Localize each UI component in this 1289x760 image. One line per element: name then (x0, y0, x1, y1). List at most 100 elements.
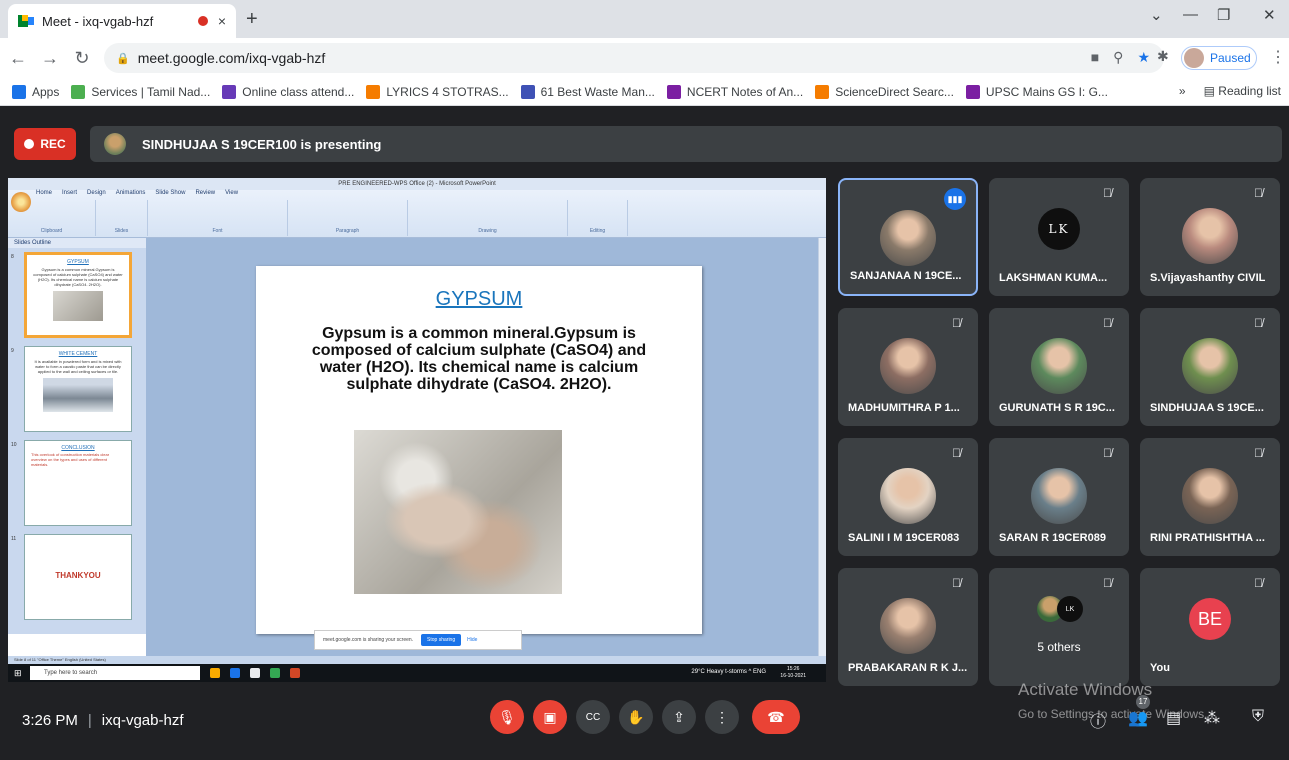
avatar (1031, 468, 1087, 524)
slide-number: 11 (11, 536, 17, 542)
bookmark-star-icon[interactable]: ★ (1137, 49, 1150, 66)
mic-muted-icon: 🎙̸ (1103, 316, 1112, 330)
profile-button[interactable]: Paused (1181, 46, 1257, 70)
participant-name: SINDHUJAA S 19CE... (1150, 402, 1264, 414)
participant-tile[interactable]: 🎙̸ RINI PRATHISHTHA ... (1140, 438, 1280, 556)
menu-kebab-icon[interactable]: ⋮ (1270, 47, 1286, 67)
slide-thumbnail: THANKYOU (24, 534, 132, 620)
recording-badge[interactable]: REC (14, 128, 76, 160)
forward-icon[interactable]: → (36, 48, 64, 69)
bookmark-label: Services | Tamil Nad... (91, 84, 211, 99)
ribbon-tab: Home (36, 190, 53, 196)
mic-muted-icon: 🎙̸ (952, 316, 961, 330)
participant-tile[interactable]: LK 5 others 🎙̸ (989, 568, 1129, 686)
reading-list-button[interactable]: ▤ Reading list (1204, 84, 1281, 98)
chevron-down-icon[interactable]: ⌄ (1150, 6, 1163, 24)
avatar (1031, 338, 1087, 394)
tab-meet[interactable]: Meet - ixq-vgab-hzf × (8, 4, 236, 38)
participant-tile[interactable]: 🎙̸ PRABAKARAN R K J... (838, 568, 978, 686)
participant-tile[interactable]: 🎙̸ SALINI I M 19CER083 (838, 438, 978, 556)
chat-icon[interactable]: ▤ (1166, 708, 1181, 728)
presenting-banner: SINDHUJAA S 19CER100 is presenting (90, 126, 1282, 162)
rec-label: REC (40, 137, 66, 151)
bookmark-item[interactable]: Apps (12, 84, 59, 99)
people-icon[interactable]: 👥 (1128, 708, 1148, 728)
ribbon-group: Clipboard (8, 200, 96, 236)
slides-panel: Slides Outline 8 GYPSUM Gypsum is a common… (8, 238, 146, 634)
ribbon-tab: Review (195, 190, 216, 196)
minimize-icon[interactable]: — (1183, 6, 1198, 23)
store-icon (250, 668, 260, 678)
avatar (880, 468, 936, 524)
more-options-button[interactable]: ⋮ (705, 700, 739, 734)
participant-tile[interactable]: 🎙̸ S.Vijayashanthy CIVIL (1140, 178, 1280, 296)
restore-icon[interactable]: ❐ (1217, 6, 1230, 24)
thumb-text: This overlook of construction materials … (31, 452, 110, 467)
bookmark-favicon-icon (965, 84, 980, 99)
ribbon-group: Font (148, 200, 288, 236)
extensions-icon[interactable]: ✱ (1157, 48, 1169, 65)
bookmark-label: NCERT Notes of An... (686, 84, 804, 99)
browser-toolbar: ← → ↻ 🔒 meet.google.com/ixq-vgab-hzf ■ ⚲… (0, 38, 1289, 78)
bookmark-item[interactable]: ScienceDirect Searc... (815, 84, 954, 99)
participant-tile[interactable]: BE 🎙̸ You (1140, 568, 1280, 686)
ribbon-tab: Insert (62, 190, 78, 196)
bookmark-item[interactable]: LYRICS 4 STOTRAS... (366, 84, 509, 99)
bookmarks-more-icon[interactable]: » (1179, 84, 1186, 98)
participant-tile[interactable]: 🎙̸ GURUNATH S R 19C... (989, 308, 1129, 426)
avatar (1182, 468, 1238, 524)
bookmark-item[interactable]: Online class attend... (222, 84, 354, 99)
participant-tile[interactable]: 🎙̸ SARAN R 19CER089 (989, 438, 1129, 556)
present-button[interactable]: ⇪ (662, 700, 696, 734)
participant-tile[interactable]: LK 🎙̸ LAKSHMAN KUMA... (989, 178, 1129, 296)
participant-name: PRABAKARAN R K J... (848, 662, 968, 674)
address-bar[interactable]: 🔒 meet.google.com/ixq-vgab-hzf ■ ⚲ ★ (104, 43, 1164, 73)
zoom-icon[interactable]: ⚲ (1113, 49, 1123, 66)
bookmark-favicon-icon (222, 84, 237, 99)
meeting-info-icon[interactable]: ⓘ (1090, 708, 1106, 732)
reload-icon[interactable]: ↻ (68, 48, 96, 69)
reading-list-icon: ▤ (1203, 84, 1215, 98)
participant-tile[interactable]: ▮▮▮ SANJANAA N 19CE... (838, 178, 978, 296)
mic-off-button[interactable]: 🎙 (490, 700, 524, 734)
slide-body: Gypsum is a common mineral.Gypsum is com… (311, 325, 647, 393)
taskbar-time: 15:26 (786, 666, 800, 672)
avatar: BE (1189, 598, 1231, 640)
thumb-text: It is available in powdered form and is … (34, 359, 122, 374)
slide-scrollbar (818, 238, 826, 658)
ppt-window-title: PRE ENGINEERED-WPS Office (2) - Microsof… (8, 178, 826, 190)
speaking-indicator-icon: ▮▮▮ (944, 188, 966, 210)
close-window-icon[interactable]: ✕ (1263, 6, 1276, 24)
raise-hand-button[interactable]: ✋ (619, 700, 653, 734)
stop-sharing-button: Stop sharing (421, 634, 462, 646)
avatar (1182, 338, 1238, 394)
bookmark-item[interactable]: NCERT Notes of An... (666, 84, 804, 99)
mic-muted-icon: 🎙̸ (952, 446, 961, 460)
back-icon[interactable]: ← (4, 48, 32, 69)
bookmark-item[interactable]: UPSC Mains GS I: G... (965, 84, 1108, 99)
raise-hand-icon: ✋ (627, 708, 645, 725)
activities-icon[interactable]: ⁂ (1204, 708, 1220, 728)
bookmark-item[interactable]: Services | Tamil Nad... (71, 84, 211, 99)
captions-icon: CC (585, 711, 601, 723)
ribbon-group-label: Clipboard (40, 228, 63, 234)
camera-icon[interactable]: ■ (1091, 49, 1099, 66)
slide-number: 9 (11, 348, 14, 354)
mail-icon (230, 668, 240, 678)
mic-muted-icon: 🎙̸ (1254, 576, 1263, 590)
captions-button[interactable]: CC (576, 700, 610, 734)
slide-title: GYPSUM (435, 288, 523, 310)
avatar: LK (1038, 208, 1080, 250)
participant-tile[interactable]: 🎙̸ MADHUMITHRA P 1... (838, 308, 978, 426)
ribbon-group: Editing (568, 200, 628, 236)
host-controls-icon[interactable]: ⛨ (1252, 708, 1264, 726)
leave-call-button[interactable]: ☎ (752, 700, 800, 734)
participant-tile[interactable]: 🎙̸ SINDHUJAA S 19CE... (1140, 308, 1280, 426)
tab-title: Meet - ixq-vgab-hzf (42, 13, 154, 29)
mic-muted-icon: 🎙̸ (1254, 316, 1263, 330)
new-tab-button[interactable]: + (246, 8, 258, 31)
close-tab-icon[interactable]: × (218, 13, 226, 29)
recording-dot-icon (197, 16, 208, 26)
bookmark-item[interactable]: 61 Best Waste Man... (520, 84, 655, 99)
camera-off-button[interactable]: ▣ (533, 700, 567, 734)
